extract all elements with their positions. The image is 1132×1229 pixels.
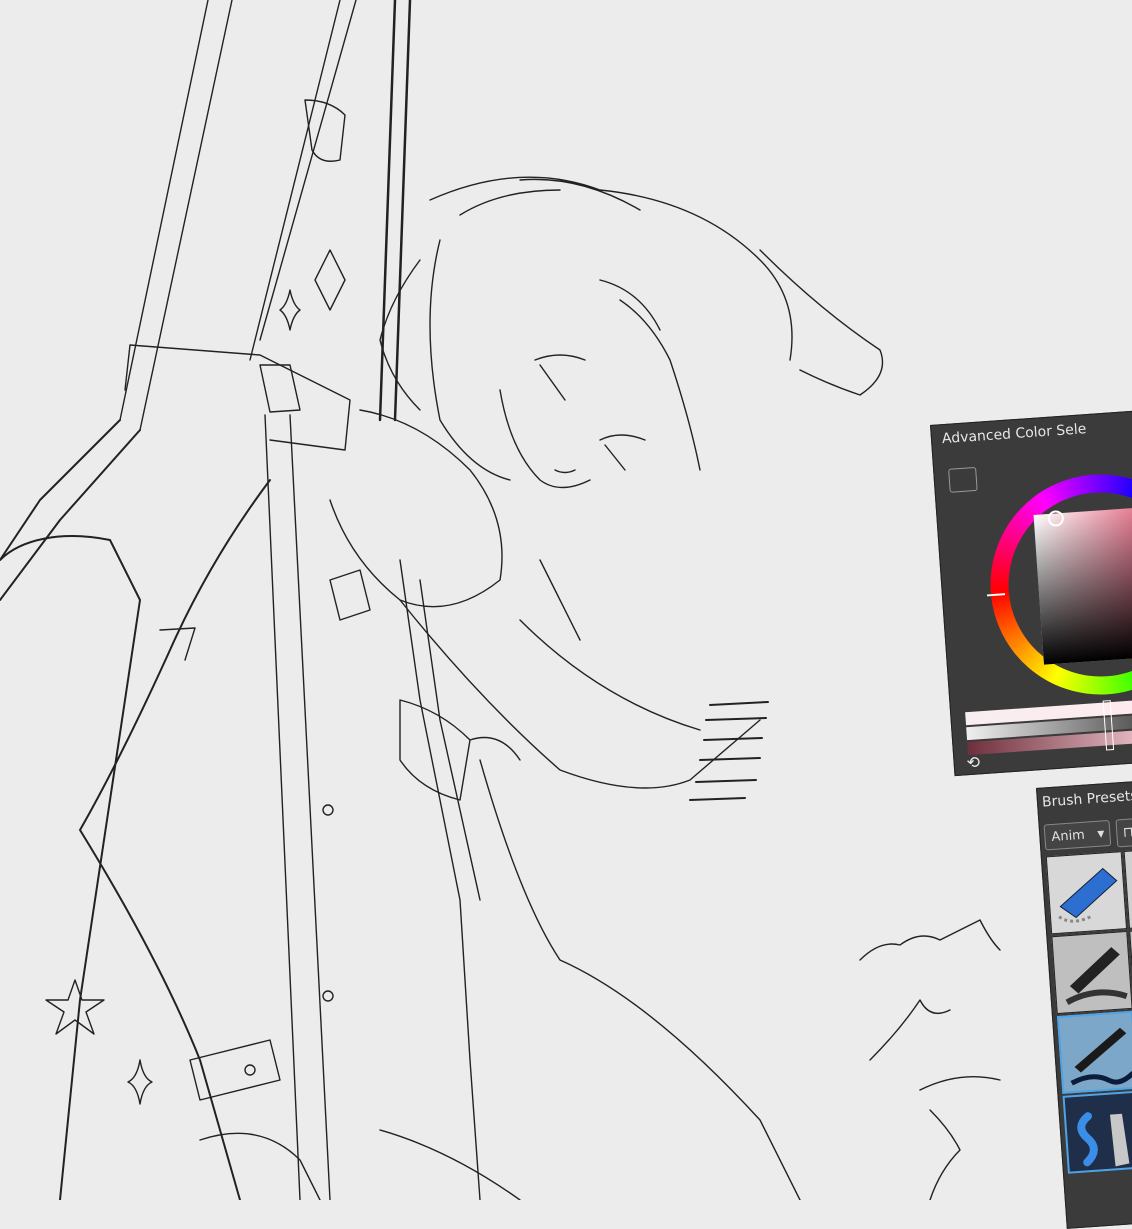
scarf-neck bbox=[329, 409, 503, 608]
face-eyes bbox=[534, 354, 646, 471]
face-mouth bbox=[554, 469, 576, 474]
case-edge bbox=[378, 0, 412, 422]
advanced-color-selector-panel: Advanced Color Sele ⟲ bbox=[930, 409, 1132, 777]
brush-panel-title: Brush Presets bbox=[1041, 787, 1132, 811]
saturation-value-square[interactable] bbox=[1033, 505, 1132, 665]
brush-tag-value: Anim bbox=[1050, 827, 1086, 846]
blender-brush-icon bbox=[1077, 1112, 1130, 1167]
pen-brush-icon bbox=[1070, 1027, 1132, 1086]
eraser-brush-icon bbox=[1058, 867, 1118, 923]
hair-top bbox=[429, 176, 793, 361]
case-bottom bbox=[0, 419, 141, 601]
coat-hem bbox=[199, 1129, 521, 1200]
case-motif-star bbox=[45, 979, 105, 1035]
coat-left bbox=[79, 479, 271, 1200]
hair-strand bbox=[759, 249, 884, 396]
fur-trim bbox=[859, 919, 1001, 1091]
coat-patch bbox=[329, 569, 371, 621]
list-icon[interactable] bbox=[948, 466, 978, 493]
case-strap-top bbox=[124, 344, 351, 451]
fur-edge bbox=[929, 1109, 961, 1200]
brush-preset-marker[interactable] bbox=[1051, 930, 1132, 1015]
coat-toggle-2 bbox=[322, 990, 334, 1002]
case-motif-sparkle bbox=[279, 289, 301, 331]
coat-placket bbox=[399, 559, 481, 1200]
brush-preset-blender[interactable] bbox=[1062, 1090, 1132, 1174]
brush-preset-pen-selected[interactable] bbox=[1056, 1010, 1132, 1094]
refresh-icon[interactable]: ⟲ bbox=[966, 752, 985, 772]
coat-toggle-1 bbox=[322, 804, 334, 816]
coat-right bbox=[479, 759, 801, 1200]
case-motif-diamond bbox=[314, 249, 346, 311]
brush-tag-dropdown[interactable]: Anim ▼ bbox=[1043, 819, 1112, 851]
hair-bangs bbox=[599, 279, 701, 471]
strap bbox=[264, 414, 331, 1200]
face-jaw bbox=[499, 389, 591, 489]
case-side bbox=[0, 535, 141, 1200]
brush-preset-eraser[interactable] bbox=[1045, 851, 1128, 935]
marker-brush-icon bbox=[1065, 947, 1128, 1006]
chevron-down-icon: ▼ bbox=[1097, 829, 1105, 840]
scarf-fringe bbox=[689, 701, 769, 801]
scarf-fold bbox=[539, 559, 581, 641]
coat-button bbox=[244, 1064, 256, 1076]
case-motif-sparkle-low bbox=[127, 1059, 153, 1105]
color-panel-title: Advanced Color Sele bbox=[941, 421, 1087, 448]
bookmark-icon[interactable]: ⊓ bbox=[1115, 817, 1132, 848]
case-outline bbox=[119, 0, 357, 431]
